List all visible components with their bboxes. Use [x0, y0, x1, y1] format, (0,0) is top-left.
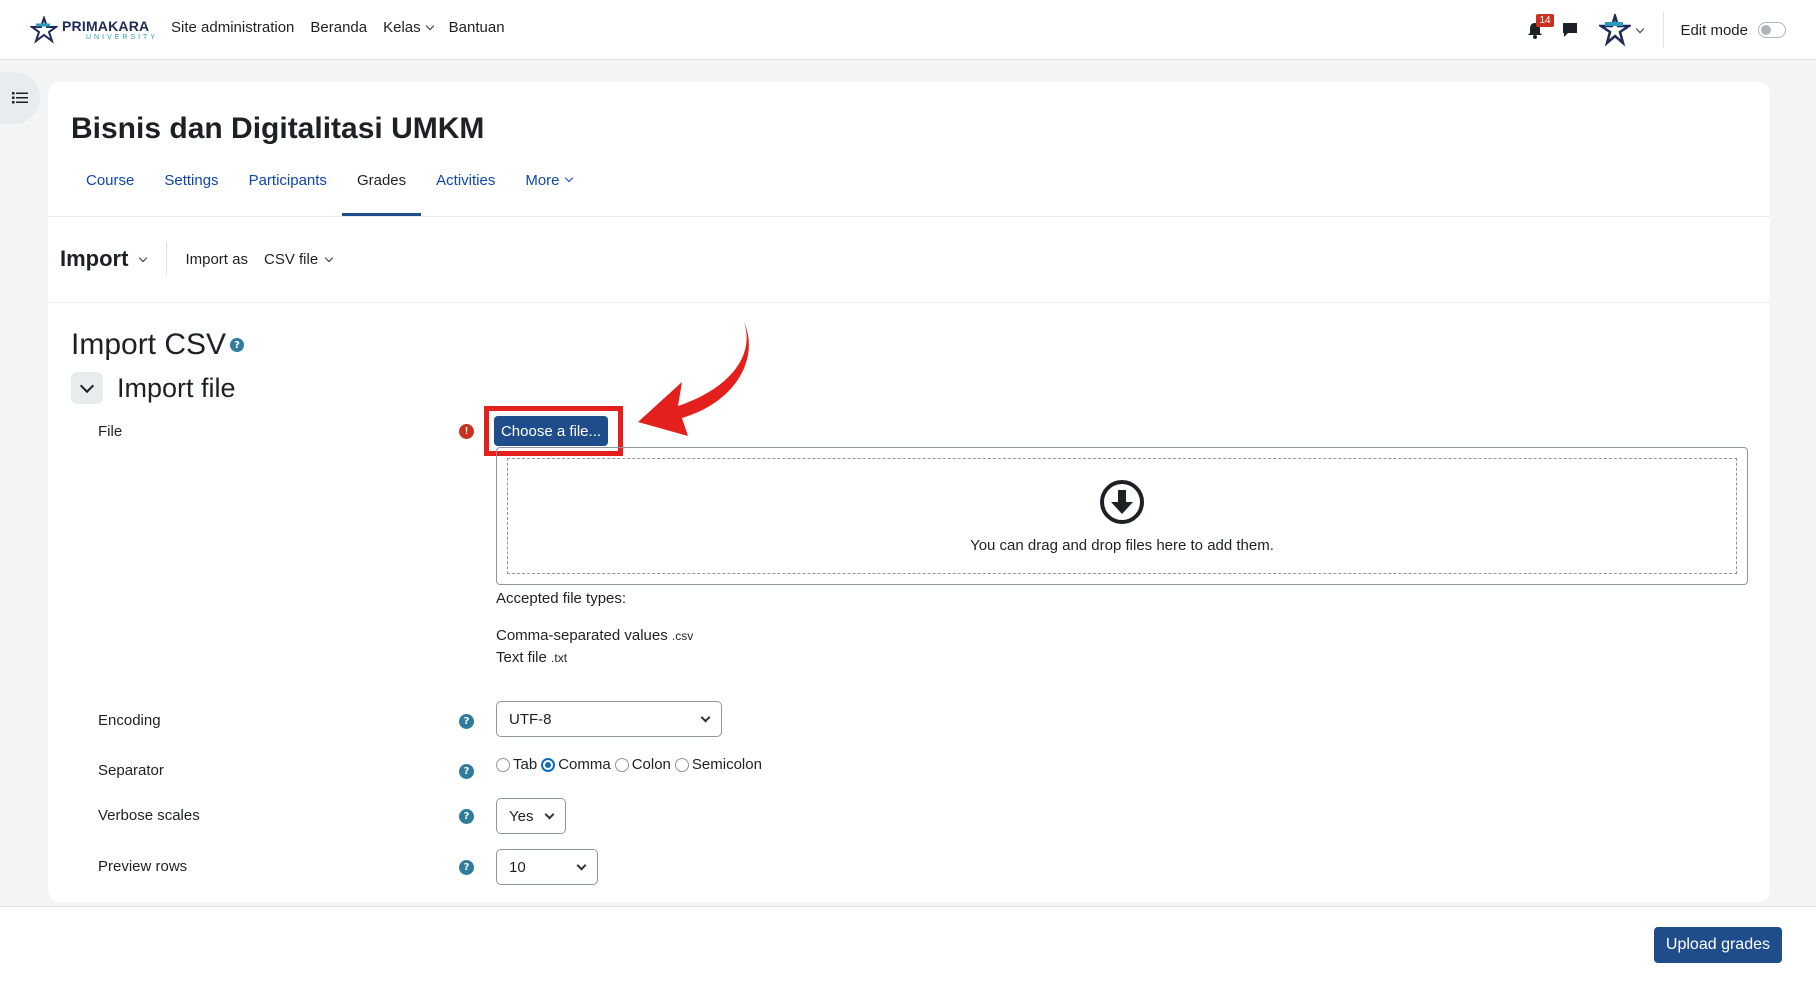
accepted-type-name: Text file: [496, 649, 547, 666]
preview-rows-select[interactable]: 10: [496, 849, 598, 885]
main-content: Bisnis dan Digitalitasi UMKM Course Sett…: [48, 82, 1770, 902]
encoding-label: Encoding: [98, 712, 161, 729]
accepted-type-item: Text file .txt: [496, 647, 693, 669]
preview-rows-value: 10: [509, 858, 526, 876]
radio-button[interactable]: [674, 757, 689, 772]
encoding-value: UTF-8: [509, 710, 552, 728]
separator-option-label: Colon: [631, 756, 671, 773]
file-label: File: [98, 423, 123, 440]
import-as-select[interactable]: CSV file: [263, 250, 334, 268]
accepted-file-types: Accepted file types: Comma-separated val…: [496, 588, 693, 669]
edit-mode-control[interactable]: Edit mode: [1680, 22, 1786, 39]
separator-option-tab[interactable]: Tab: [496, 756, 537, 773]
secondary-nav: Course Settings Participants Grades Acti…: [71, 170, 587, 216]
help-icon[interactable]: ?: [230, 338, 245, 352]
separator-radio-group: Tab Comma Colon Semicolon: [496, 756, 764, 773]
help-icon[interactable]: ?: [459, 809, 474, 824]
brand-sub: UNIVERSITY: [86, 34, 159, 41]
tab-activities[interactable]: Activities: [421, 170, 510, 216]
notification-count-badge: 14: [1536, 14, 1554, 27]
tab-settings[interactable]: Settings: [149, 170, 233, 216]
tertiary-navigation: Import Import as CSV file: [60, 242, 334, 276]
verbose-scales-select[interactable]: Yes: [496, 798, 566, 834]
required-icon: !: [459, 424, 474, 439]
list-icon: [12, 92, 28, 104]
chevron-down-icon: [324, 253, 334, 262]
tab-participants[interactable]: Participants: [234, 170, 342, 216]
notifications-button[interactable]: 14: [1525, 14, 1554, 40]
encoding-select[interactable]: UTF-8: [496, 701, 722, 737]
chat-icon[interactable]: [1561, 21, 1579, 39]
separator-option-comma[interactable]: Comma: [541, 756, 611, 773]
primary-nav: Site administration Beranda Kelas Bantua…: [171, 19, 505, 36]
accepted-type-name: Comma-separated values: [496, 627, 668, 644]
verbose-scales-value: Yes: [509, 807, 534, 825]
chevron-down-icon: [564, 173, 573, 183]
chevron-down-icon: [139, 253, 148, 262]
avatar-icon: [1599, 14, 1632, 46]
nav-bantuan[interactable]: Bantuan: [449, 19, 505, 36]
import-menu[interactable]: Import: [60, 242, 168, 276]
nav-kelas-label: Kelas: [383, 19, 421, 36]
edit-mode-label: Edit mode: [1680, 21, 1748, 39]
section-title: Import file: [117, 372, 236, 403]
download-arrow-icon: [1100, 479, 1144, 524]
brand-logo[interactable]: PRIMAKARA UNIVERSITY: [30, 16, 158, 44]
annotation-arrow-icon: [638, 322, 749, 436]
page-title: Bisnis dan Digitalitasi UMKM: [71, 112, 485, 145]
help-icon[interactable]: ?: [459, 714, 474, 729]
nav-divider: [1663, 12, 1665, 48]
nav-site-administration[interactable]: Site administration: [171, 19, 294, 36]
import-as-label: Import as: [185, 250, 248, 268]
dropzone-message: You can drag and drop files here to add …: [970, 536, 1274, 554]
accepted-type-item: Comma-separated values .csv: [496, 625, 693, 647]
form-heading: Import CSV ?: [71, 328, 245, 362]
tab-more-label: More: [525, 172, 560, 189]
import-as-value: CSV file: [263, 250, 319, 268]
tab-more[interactable]: More: [510, 170, 586, 216]
tab-grades[interactable]: Grades: [341, 170, 422, 216]
separator-option-label: Comma: [558, 756, 611, 773]
sticky-footer: Upload grades: [0, 906, 1816, 984]
separator-option-colon[interactable]: Colon: [614, 756, 671, 773]
separator-label: Separator: [98, 762, 164, 779]
user-menu[interactable]: [1599, 14, 1645, 46]
help-icon[interactable]: ?: [459, 860, 474, 875]
accepted-type-ext: .csv: [671, 629, 694, 643]
chevron-down-icon: [544, 809, 555, 819]
chevron-down-icon: [425, 21, 434, 31]
choose-file-button[interactable]: Choose a file...: [494, 416, 608, 446]
tab-course[interactable]: Course: [71, 170, 149, 216]
top-navbar: PRIMAKARA UNIVERSITY Site administration…: [0, 0, 1816, 60]
brand-name: PRIMAKARA: [62, 18, 150, 34]
separator-option-semicolon[interactable]: Semicolon: [674, 756, 762, 773]
import-menu-label: Import: [60, 246, 129, 271]
chevron-down-icon: [1636, 24, 1645, 33]
radio-button-selected[interactable]: [541, 757, 556, 772]
chevron-down-icon: [700, 712, 711, 722]
upload-grades-button[interactable]: Upload grades: [1653, 927, 1782, 963]
chevron-down-icon: [79, 378, 95, 393]
help-icon[interactable]: ?: [459, 764, 474, 779]
radio-button[interactable]: [614, 757, 629, 772]
course-index-toggle[interactable]: [0, 72, 40, 124]
primakara-logo-icon: [30, 16, 58, 44]
preview-rows-label: Preview rows: [98, 858, 188, 875]
form-heading-text: Import CSV: [71, 328, 227, 361]
separator-option-label: Semicolon: [691, 756, 762, 773]
separator-option-label: Tab: [513, 756, 538, 773]
nav-beranda[interactable]: Beranda: [310, 19, 367, 36]
collapse-section-button[interactable]: [71, 372, 103, 404]
radio-button[interactable]: [496, 757, 510, 772]
accepted-type-ext: .txt: [551, 651, 568, 665]
edit-mode-toggle[interactable]: [1758, 22, 1786, 38]
section-import-file: Import file: [71, 372, 236, 404]
chevron-down-icon: [576, 860, 587, 870]
tertiary-divider: [48, 302, 1770, 303]
nav-kelas[interactable]: Kelas: [383, 19, 434, 36]
verbose-scales-label: Verbose scales: [98, 807, 200, 824]
accepted-title: Accepted file types:: [496, 590, 627, 607]
file-dropzone[interactable]: You can drag and drop files here to add …: [496, 447, 1748, 585]
tabs-divider: [48, 216, 1770, 217]
